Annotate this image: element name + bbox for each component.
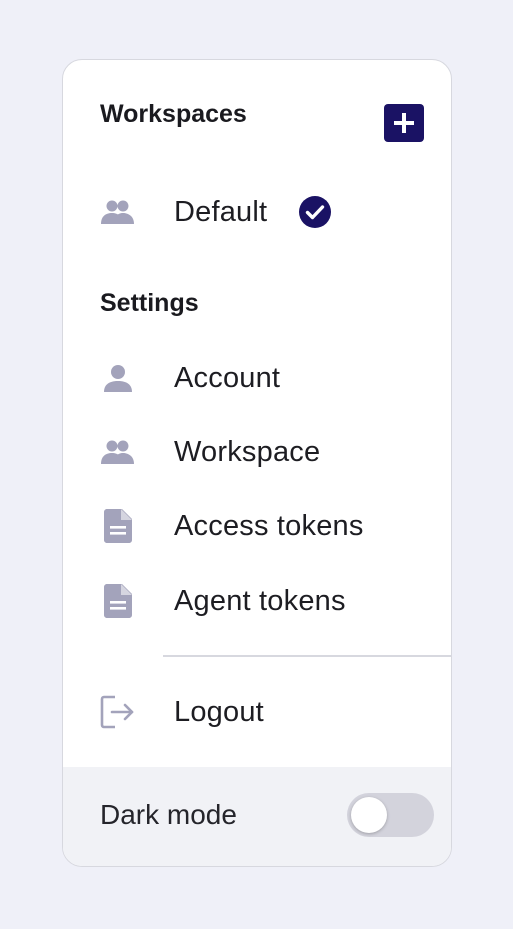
workspace-item-default[interactable]: Default — [63, 181, 451, 243]
toggle-knob — [351, 797, 387, 833]
account-menu-panel: Workspaces Default Settings Account Work… — [62, 59, 452, 867]
menu-divider — [163, 655, 451, 657]
check-circle-icon — [297, 194, 333, 230]
add-workspace-button[interactable] — [384, 104, 424, 142]
document-icon — [99, 582, 137, 620]
settings-item-access-tokens[interactable]: Access tokens — [63, 495, 451, 557]
document-icon — [99, 507, 137, 545]
settings-item-label: Access tokens — [174, 509, 364, 542]
logout-button[interactable]: Logout — [63, 681, 451, 743]
settings-item-agent-tokens[interactable]: Agent tokens — [63, 570, 451, 632]
settings-item-account[interactable]: Account — [63, 347, 451, 409]
group-icon — [99, 433, 137, 471]
workspaces-heading: Workspaces — [100, 100, 247, 128]
settings-item-label: Workspace — [174, 435, 321, 468]
logout-icon — [99, 693, 137, 731]
settings-item-label: Agent tokens — [174, 584, 346, 617]
dark-mode-label: Dark mode — [100, 799, 237, 830]
dark-mode-footer: Dark mode — [63, 767, 451, 866]
settings-heading: Settings — [100, 289, 199, 317]
workspace-item-label: Default — [174, 195, 268, 228]
group-icon — [99, 193, 137, 231]
person-icon — [99, 359, 137, 397]
plus-icon — [394, 113, 414, 133]
settings-item-label: Account — [174, 361, 281, 394]
logout-label: Logout — [174, 695, 264, 728]
dark-mode-toggle[interactable] — [347, 793, 434, 837]
settings-item-workspace[interactable]: Workspace — [63, 421, 451, 483]
